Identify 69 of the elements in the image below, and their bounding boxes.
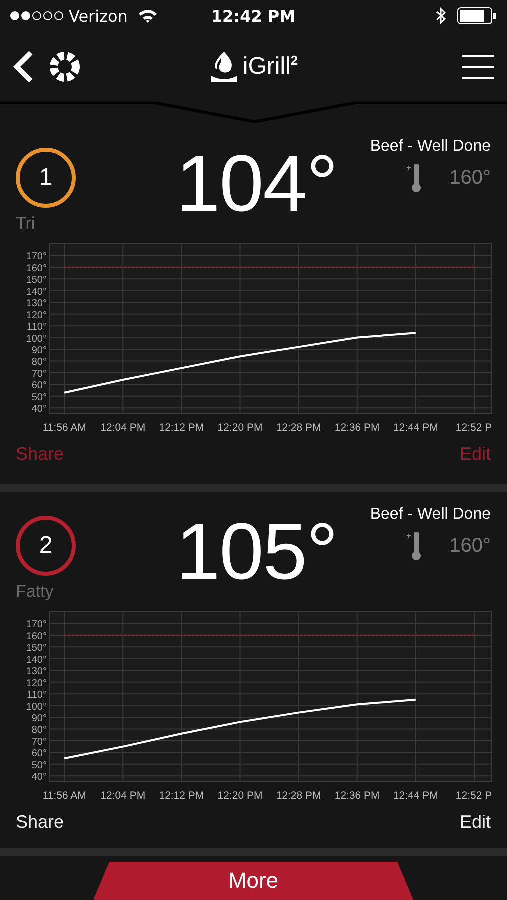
axis-label: 12:36 PM xyxy=(334,422,380,434)
axis-label: 12:20 PM xyxy=(218,790,263,802)
temperature-reading: 104° xyxy=(176,144,338,224)
axis-label: 12:52 P xyxy=(456,790,492,802)
probe-name: Tri xyxy=(16,214,36,234)
axis-label: 70° xyxy=(32,368,47,380)
preset-label[interactable]: Beef - Well Done xyxy=(370,138,491,156)
target-temperature: 160° xyxy=(450,166,491,190)
signal-icon xyxy=(10,11,64,21)
axis-label: 110° xyxy=(27,690,47,702)
axis-label: 12:04 PM xyxy=(100,790,146,802)
axis-label: 12:28 PM xyxy=(276,790,322,802)
temperature-reading: 105° xyxy=(176,512,338,592)
carrier-name: Verizon xyxy=(69,6,128,26)
axis-label: 120° xyxy=(26,678,47,690)
axis-label: 12:20 PM xyxy=(218,422,263,434)
thermometer-icon xyxy=(406,162,422,194)
axis-label: 80° xyxy=(32,725,47,736)
axis-label: 100° xyxy=(26,334,47,345)
axis-label: 50° xyxy=(32,392,47,404)
battery-icon xyxy=(457,7,497,25)
axis-label: 60° xyxy=(32,380,47,392)
axis-label: 130° xyxy=(26,298,47,310)
status-time: 12:42 PM xyxy=(211,6,296,26)
axis-label: 70° xyxy=(32,736,47,748)
axis-label: 170° xyxy=(26,252,47,263)
axis-label: 40° xyxy=(32,404,47,416)
axis-label: 130° xyxy=(26,666,47,678)
axis-label: 12:04 PM xyxy=(100,422,146,434)
axis-label: 12:28 PM xyxy=(276,422,322,434)
axis-label: 12:12 PM xyxy=(159,422,204,434)
bluetooth-icon xyxy=(435,7,447,25)
axis-label: 150° xyxy=(26,275,47,286)
axis-label: 50° xyxy=(32,760,47,772)
axis-label: 12:44 PM xyxy=(393,422,438,434)
axis-label: 12:44 PM xyxy=(393,790,438,802)
settings-button[interactable] xyxy=(48,50,82,84)
preset-label[interactable]: Beef - Well Done xyxy=(370,506,491,524)
axis-label: 150° xyxy=(26,643,47,654)
axis-label: 80° xyxy=(32,357,47,368)
target-temperature: 160° xyxy=(450,534,491,558)
axis-label: 12:52 P xyxy=(456,422,492,434)
menu-button[interactable] xyxy=(461,54,495,80)
app-logo: iGrill$^{2}$ xyxy=(242,53,298,81)
axis-label: 40° xyxy=(32,772,47,784)
axis-label: 60° xyxy=(32,748,47,760)
edit-button[interactable]: Edit xyxy=(460,812,491,833)
axis-label: 120° xyxy=(26,310,47,322)
axis-label: 12:36 PM xyxy=(334,790,380,802)
probe-number: 1 xyxy=(16,148,76,208)
axis-label: 90° xyxy=(32,346,47,357)
axis-label: 140° xyxy=(26,654,47,666)
back-button[interactable] xyxy=(12,50,34,84)
more-tab[interactable]: More xyxy=(94,862,414,900)
axis-label: 110° xyxy=(27,322,47,334)
axis-label: 140° xyxy=(26,286,47,298)
thermometer-icon xyxy=(406,530,422,562)
probe-number: 2 xyxy=(16,516,76,576)
axis-label: 12:12 PM xyxy=(159,790,204,802)
axis-label: 100° xyxy=(26,702,47,713)
axis-label: 11:56 AM xyxy=(42,790,86,802)
wifi-icon xyxy=(138,9,158,23)
share-button[interactable]: Share xyxy=(16,812,64,833)
axis-label: 90° xyxy=(32,714,47,725)
probe-name: Fatty xyxy=(16,582,54,602)
axis-label: 160° xyxy=(26,631,47,642)
axis-label: 11:56 AM xyxy=(42,422,86,434)
axis-label: 170° xyxy=(26,620,47,631)
axis-label: 160° xyxy=(26,263,47,274)
